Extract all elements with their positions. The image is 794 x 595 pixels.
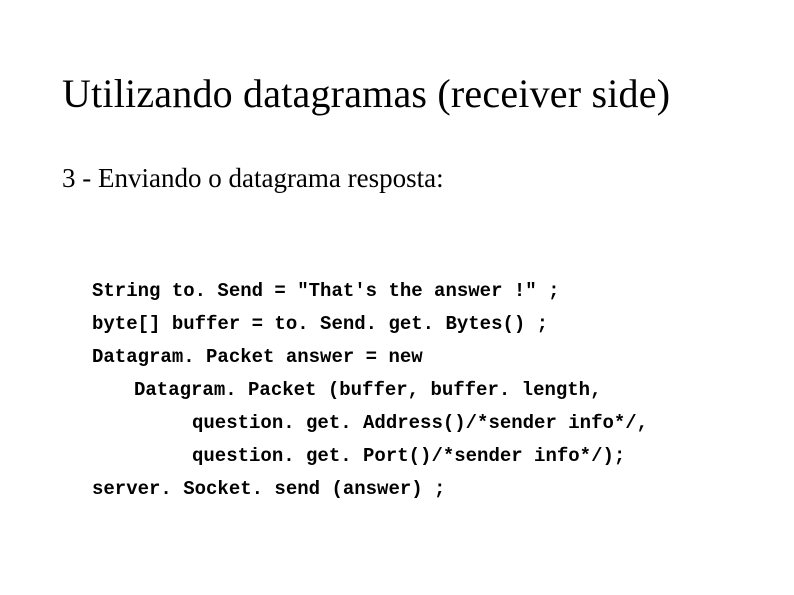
code-line: Datagram. Packet (buffer, buffer. length… — [92, 379, 601, 401]
code-line: Datagram. Packet answer = new — [92, 346, 423, 368]
code-block: String to. Send = "That's the answer !" … — [92, 242, 648, 506]
code-line: byte[] buffer = to. Send. get. Bytes() ; — [92, 313, 548, 335]
code-line: question. get. Port()/*sender info*/); — [92, 445, 625, 467]
slide: Utilizando datagramas (receiver side) 3 … — [0, 0, 794, 595]
code-line: String to. Send = "That's the answer !" … — [92, 280, 559, 302]
slide-subtitle: 3 - Enviando o datagrama resposta: — [62, 163, 444, 194]
slide-title: Utilizando datagramas (receiver side) — [62, 70, 670, 117]
code-line: question. get. Address()/*sender info*/, — [92, 412, 648, 434]
code-line: server. Socket. send (answer) ; — [92, 478, 445, 500]
